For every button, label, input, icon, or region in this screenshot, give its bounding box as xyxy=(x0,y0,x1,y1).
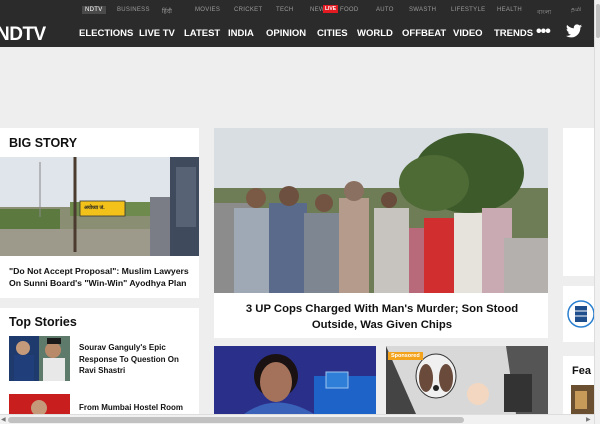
horizontal-scroll-thumb[interactable] xyxy=(8,417,464,423)
network-link-ndtv[interactable]: NDTV xyxy=(82,6,106,14)
network-link-auto[interactable]: AUTO xyxy=(376,7,394,13)
lead-story-headline[interactable]: 3 UP Cops Charged With Man's Murder; Son… xyxy=(232,301,532,333)
right-partial-card[interactable] xyxy=(563,128,594,276)
nav-video[interactable]: VIDEO xyxy=(453,28,483,39)
ndtv-logo[interactable]: NDTV xyxy=(0,24,46,46)
scroll-left-arrow-icon[interactable]: ◀ xyxy=(1,416,6,423)
network-link-hindi[interactable]: हिंदी xyxy=(162,7,172,15)
nav-trends[interactable]: TRENDS xyxy=(494,28,533,39)
network-bar: NDTV BUSINESS हिंदी MOVIES CRICKET TECH … xyxy=(0,0,600,22)
nav-opinion[interactable]: OPINION xyxy=(266,28,306,39)
network-link-swasth[interactable]: SWASTH xyxy=(409,7,436,13)
big-story-title: BIG STORY xyxy=(9,136,78,150)
network-link-food[interactable]: FOOD xyxy=(340,7,359,13)
scroll-right-arrow-icon[interactable]: ▶ xyxy=(586,416,591,423)
nav-latest[interactable]: LATEST xyxy=(184,28,220,39)
vertical-scroll-thumb[interactable] xyxy=(596,4,600,38)
bottom-card-1-image[interactable] xyxy=(214,346,376,414)
lead-story-image[interactable] xyxy=(214,128,548,293)
sponsored-badge: Sponsored xyxy=(388,352,423,360)
top-stories-title: Top Stories xyxy=(9,315,77,329)
network-link-business[interactable]: BUSINESS xyxy=(117,7,150,13)
main-nav: NDTV ELECTIONS LIVE TV LATEST INDIA OPIN… xyxy=(0,22,600,47)
right-feature-label: Fea xyxy=(572,365,591,377)
live-badge: LIVE xyxy=(323,5,338,13)
horizontal-scrollbar[interactable]: ◀ ▶ xyxy=(0,414,594,424)
big-story-headline[interactable]: "Do Not Accept Proposal": Muslim Lawyers… xyxy=(9,265,197,289)
station-sign-text: अयोध्या जं. xyxy=(84,205,105,211)
more-menu-icon[interactable]: ••• xyxy=(536,23,551,41)
network-link-bangla[interactable]: বাংলা xyxy=(537,7,551,18)
right-feature-image[interactable] xyxy=(571,385,594,414)
top-story-2-image[interactable] xyxy=(9,394,70,414)
top-story-1-title[interactable]: Sourav Ganguly's Epic Response To Questi… xyxy=(79,342,191,377)
network-link-health[interactable]: HEALTH xyxy=(497,7,522,13)
nav-offbeat[interactable]: OFFBEAT xyxy=(402,28,446,39)
network-link-lifestyle[interactable]: LIFESTYLE xyxy=(451,7,485,13)
top-story-2-title[interactable]: From Mumbai Hostel Room xyxy=(79,402,191,414)
nav-elections[interactable]: ELECTIONS xyxy=(79,28,133,39)
network-link-tamil[interactable]: தமி xyxy=(571,7,581,14)
twitter-icon[interactable] xyxy=(566,24,582,43)
right-partial-card-2[interactable] xyxy=(563,286,595,342)
network-link-tech[interactable]: TECH xyxy=(276,7,294,13)
nav-cities[interactable]: CITIES xyxy=(317,28,348,39)
vertical-scrollbar[interactable] xyxy=(594,0,600,424)
nav-india[interactable]: INDIA xyxy=(228,28,254,39)
network-link-movies[interactable]: MOVIES xyxy=(195,7,220,13)
nav-live-tv[interactable]: LIVE TV xyxy=(139,28,175,39)
network-link-cricket[interactable]: CRICKET xyxy=(234,7,262,13)
top-story-1-image[interactable] xyxy=(9,336,70,381)
nav-world[interactable]: WORLD xyxy=(357,28,393,39)
